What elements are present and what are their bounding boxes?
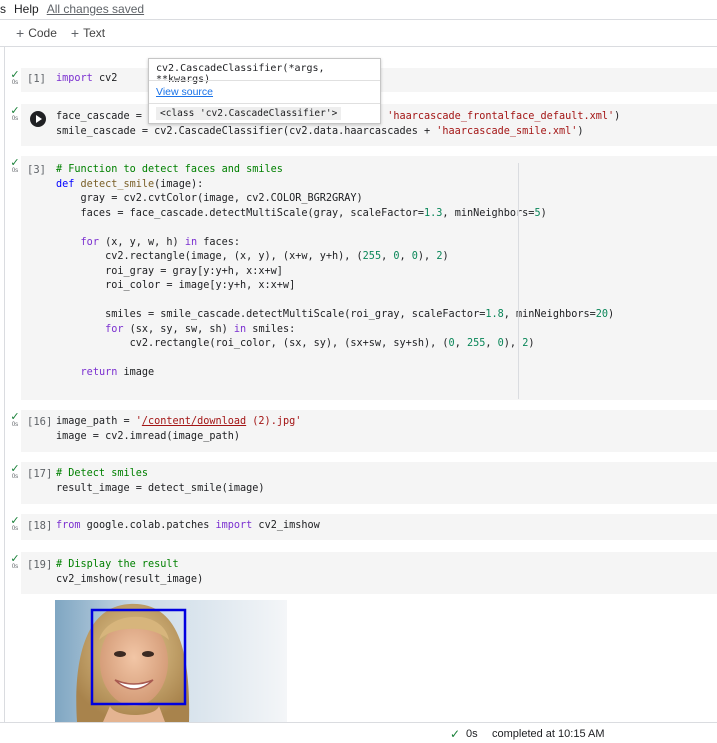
exec-time: 0s bbox=[11, 422, 19, 428]
ruler-line bbox=[518, 163, 519, 399]
code-text: image_path = '/content/download (2).jpg'… bbox=[56, 416, 302, 442]
code-editor[interactable]: # Detect smiles result_image = detect_sm… bbox=[21, 462, 717, 504]
menu-item-tools-partial[interactable]: s bbox=[0, 2, 6, 16]
exec-count: [17] bbox=[27, 468, 53, 480]
cell-status: ✓ 0s bbox=[9, 412, 21, 429]
code-cell-16[interactable]: ✓ 0s image_path = '/content/download (2)… bbox=[6, 410, 717, 452]
exec-count: [18] bbox=[27, 520, 53, 532]
code-text: from google.colab.patches import cv2_ims… bbox=[56, 520, 320, 531]
code-editor[interactable]: # Display the result cv2_imshow(result_i… bbox=[21, 552, 717, 594]
exec-count: [3] bbox=[27, 164, 46, 176]
save-status-link[interactable]: All changes saved bbox=[47, 2, 144, 16]
tooltip-class-repr: <class 'cv2.CascadeClassifier'> bbox=[156, 107, 342, 120]
cell-status: ✓ 0s bbox=[9, 106, 21, 123]
code-editor[interactable]: # Function to detect faces and smiles de… bbox=[21, 156, 717, 400]
code-editor[interactable]: image_path = '/content/download (2).jpg'… bbox=[21, 410, 717, 452]
plus-icon: + bbox=[16, 25, 25, 41]
exec-time: 0s bbox=[11, 564, 19, 570]
tooltip-signature: cv2.CascadeClassifier(*args, **kwargs) bbox=[156, 63, 325, 85]
check-icon: ✓ bbox=[450, 727, 461, 741]
cell-status: ✓ 0s bbox=[9, 554, 21, 571]
check-icon: ✓ bbox=[10, 515, 20, 527]
menu-bar: s Help All changes saved bbox=[0, 0, 717, 18]
divider bbox=[149, 80, 380, 81]
add-code-label: Code bbox=[28, 26, 57, 40]
cell-status: ✓ 0s bbox=[9, 70, 21, 87]
check-icon: ✓ bbox=[10, 411, 20, 423]
check-icon: ✓ bbox=[10, 463, 20, 475]
view-source-link[interactable]: View source bbox=[156, 86, 213, 98]
code-cell-18[interactable]: ✓ 0s from google.colab.patches import cv… bbox=[6, 514, 717, 540]
add-text-label: Text bbox=[83, 26, 106, 40]
code-cell-19[interactable]: ✓ 0s # Display the result cv2_imshow(res… bbox=[6, 552, 717, 594]
cell-status: ✓ 0s bbox=[9, 158, 21, 175]
exec-time: 0s bbox=[11, 474, 19, 480]
exec-count: [19] bbox=[27, 559, 53, 571]
cell-status: ✓ 0s bbox=[9, 516, 21, 533]
exec-count: [1] bbox=[27, 73, 46, 85]
code-cell-3[interactable]: ✓ 0s # Function to detect faces and smil… bbox=[6, 156, 717, 400]
run-cell-button[interactable] bbox=[30, 111, 46, 127]
code-text: import cv2 bbox=[56, 73, 118, 84]
check-icon: ✓ bbox=[10, 105, 20, 117]
divider bbox=[149, 103, 380, 104]
code-editor[interactable]: from google.colab.patches import cv2_ims… bbox=[21, 514, 717, 540]
add-code-button[interactable]: + Code bbox=[16, 25, 57, 41]
exec-time: 0s bbox=[11, 80, 19, 86]
exec-time: 0s bbox=[11, 116, 19, 122]
exec-time: 0s bbox=[11, 168, 19, 174]
code-text: # Function to detect faces and smiles de… bbox=[56, 164, 615, 378]
code-cell-17[interactable]: ✓ 0s # Detect smiles result_image = dete… bbox=[6, 462, 717, 504]
status-exec-time: 0s bbox=[466, 728, 478, 740]
check-icon: ✓ bbox=[10, 69, 20, 81]
output-image bbox=[55, 600, 287, 722]
face-photo bbox=[55, 600, 287, 722]
code-text: # Display the result cv2_imshow(result_i… bbox=[56, 559, 204, 585]
notebook-toolbar: + Code + Text bbox=[0, 19, 717, 47]
cell-status: ✓ 0s bbox=[9, 464, 21, 481]
menu-item-help[interactable]: Help bbox=[14, 2, 39, 16]
exec-time: 0s bbox=[11, 526, 19, 532]
check-icon: ✓ bbox=[10, 553, 20, 565]
plus-icon: + bbox=[70, 25, 80, 41]
left-margin-rule bbox=[4, 47, 5, 722]
status-bar: ✓ 0s completed at 10:15 AM bbox=[0, 722, 717, 743]
code-text: # Detect smiles result_image = detect_sm… bbox=[56, 468, 265, 494]
check-icon: ✓ bbox=[10, 157, 20, 169]
signature-tooltip: cv2.CascadeClassifier(*args, **kwargs) V… bbox=[148, 58, 381, 124]
add-text-button[interactable]: + Text bbox=[71, 25, 105, 41]
status-completed: completed at 10:15 AM bbox=[492, 728, 605, 740]
exec-count: [16] bbox=[27, 416, 53, 428]
